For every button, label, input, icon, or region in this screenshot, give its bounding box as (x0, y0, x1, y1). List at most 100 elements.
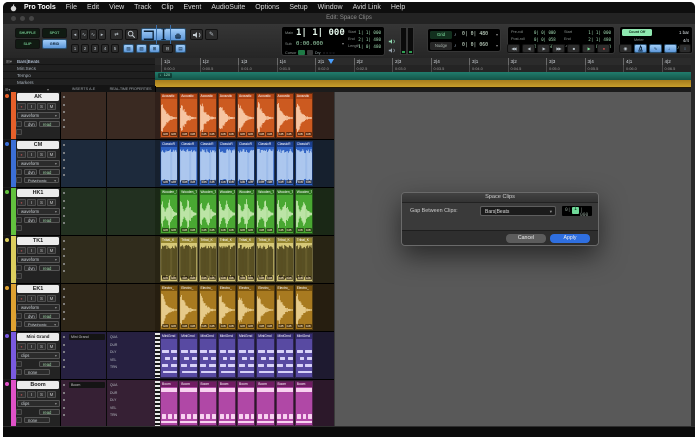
zoom-out-arrow-icon[interactable]: ◂ (71, 29, 79, 40)
audio-clip[interactable]: ClassicR0dB0dB (237, 141, 255, 186)
insert-slot-d[interactable] (63, 263, 65, 265)
insert-slot-e[interactable] (63, 318, 65, 320)
audio-clip[interactable]: ClassicR0dB0dB (179, 141, 197, 186)
insert-slot-e[interactable] (63, 126, 65, 128)
midi-clip[interactable]: Boom (295, 381, 313, 426)
apply-button[interactable]: Apply (550, 234, 590, 243)
record-arm-button[interactable]: ● (17, 343, 26, 350)
audio-clip[interactable]: Electro_0dB0dB (237, 285, 255, 330)
insert-slot-c[interactable] (63, 255, 65, 257)
sel-length-value[interactable]: 1| 0| 480 (358, 44, 381, 49)
audio-clip[interactable]: Wooden_T0dB0dB (256, 189, 274, 234)
rtp-label-dur[interactable]: DUR (110, 343, 117, 347)
tempo-event-marker[interactable]: ♩120 (158, 73, 172, 78)
record-arm-button[interactable]: ● (17, 247, 26, 254)
go-to-start-button-icon[interactable]: ◀◀ (507, 44, 520, 53)
audio-clip[interactable]: Acoustic0dB0dB (256, 93, 274, 138)
insert-slot-d[interactable] (63, 359, 65, 361)
track-name-button[interactable]: HK1 (17, 189, 59, 197)
midi-merge-icon[interactable]: ◉ (619, 44, 632, 53)
record-arm-button[interactable]: ● (17, 103, 26, 110)
sel-start-value[interactable]: 1| 1| 000 (358, 30, 381, 35)
fast-forward-button-icon[interactable]: ▶ (537, 44, 550, 53)
input-monitor-button[interactable]: I (27, 199, 36, 206)
audio-clip[interactable]: Tribal_K0dB0dB (237, 237, 255, 282)
automation-mode-selector[interactable]: read (39, 217, 60, 223)
insert-slot-c[interactable] (63, 303, 65, 305)
zoom-toggle-icon[interactable]: ⇄ (110, 29, 123, 40)
ruler-label-tempo[interactable]: Tempo (3, 72, 155, 79)
ruler-label-min-secs[interactable]: Min:Secs (3, 65, 155, 72)
preroll-value[interactable]: 0| 0| 000 (534, 30, 556, 35)
automation-mode-selector[interactable]: read (39, 169, 60, 175)
insert-slot-a[interactable] (63, 144, 65, 146)
record-arm-button[interactable]: ● (17, 199, 26, 206)
automation-mode-selector[interactable]: read (39, 361, 60, 367)
midi-clip[interactable]: MiniGrnd (256, 333, 274, 378)
vertical-scrollbar[interactable] (691, 58, 695, 428)
grid-value-toggle[interactable]: Grid (430, 31, 452, 39)
solo-button[interactable]: S (37, 391, 46, 398)
solo-button[interactable]: S (37, 343, 46, 350)
insert-slot-a[interactable] (63, 240, 65, 242)
menu-item-clip[interactable]: Clip (156, 4, 178, 11)
menu-item-audiosuite[interactable]: AudioSuite (206, 4, 250, 11)
insert-slot-e[interactable] (63, 270, 65, 272)
gap-value-field[interactable]: 0| 1 | 000 (562, 206, 592, 216)
record-arm-button[interactable]: ● (17, 151, 26, 158)
automation-mode-selector[interactable]: read (39, 409, 60, 415)
audio-clip[interactable]: Electro_0dB0dB (218, 285, 236, 330)
patch-selector[interactable]: none (24, 417, 50, 423)
automation-mode-selector[interactable]: read (39, 265, 60, 271)
spot-mode-button[interactable]: SPOT (42, 28, 67, 38)
insert-slot-d[interactable] (63, 119, 65, 121)
solo-button[interactable]: S (37, 103, 46, 110)
elastic-audio-icon[interactable] (16, 169, 22, 175)
output-speaker-icon[interactable] (388, 41, 396, 59)
insert-slot-d[interactable] (63, 311, 65, 313)
audio-clip[interactable]: Acoustic0dB0dB (179, 93, 197, 138)
insert-slot-b[interactable] (63, 392, 65, 394)
zoom-preset-4[interactable]: 4 (101, 44, 109, 53)
track-name-button[interactable]: Boom (17, 381, 59, 389)
timeline-insertion-icon[interactable] (298, 50, 305, 55)
instrument-insert-name[interactable]: Mini Grand (69, 334, 105, 340)
midi-clip[interactable]: Boom (218, 381, 236, 426)
audio-clip[interactable]: Tribal_K0dB0dB (218, 237, 236, 282)
ruler-label-bars-beats[interactable]: Bars|Beats (3, 58, 155, 65)
elastic-audio-icon[interactable] (16, 217, 22, 223)
input-monitor-button[interactable]: I (27, 103, 36, 110)
elastic-plugin-selector[interactable]: Polyphonic▾ (24, 321, 59, 327)
insert-slot-e[interactable] (63, 174, 65, 176)
midi-clip[interactable]: MiniGrnd (276, 333, 294, 378)
rtp-label-dur[interactable]: DUR (110, 391, 117, 395)
solo-button[interactable]: S (37, 295, 46, 302)
zoom-in-arrow-icon[interactable]: ▸ (98, 29, 106, 40)
playlist-icon[interactable] (16, 321, 22, 327)
audio-clip[interactable]: Acoustic0dB0dB (295, 93, 313, 138)
insert-slot-e[interactable] (63, 366, 65, 368)
audio-clip[interactable]: Tribal_K0dB0dB (256, 237, 274, 282)
insert-slot-c[interactable] (63, 207, 65, 209)
input-monitor-button[interactable]: I (27, 295, 36, 302)
track-view-selector[interactable]: waveform▾ (17, 160, 60, 167)
menu-item-event[interactable]: Event (178, 4, 206, 11)
mirrored-midi-editing-icon[interactable]: ▤ (175, 44, 186, 53)
link-timeline-edit-icon[interactable]: ▨ (136, 44, 147, 53)
meter-value[interactable]: 4/4 (683, 38, 689, 43)
dyn-chip[interactable]: dyn (24, 217, 37, 223)
menu-item-edit[interactable]: Edit (82, 4, 104, 11)
grid-note-icon[interactable]: ♪ (454, 32, 457, 38)
play-button-icon[interactable]: ▶ (582, 44, 595, 53)
zoom-preset-2[interactable]: 2 (81, 44, 89, 53)
automation-mode-selector[interactable]: read (39, 313, 60, 319)
elastic-audio-icon[interactable] (16, 313, 22, 319)
midi-clip[interactable]: MiniGrnd (295, 333, 313, 378)
audio-clip[interactable]: Acoustic0dB0dB (160, 93, 178, 138)
rtp-label-trn[interactable]: TRN (110, 365, 117, 369)
pencil-tool-icon[interactable]: ✎ (205, 29, 218, 40)
slip-mode-button[interactable]: SLIP (15, 39, 40, 49)
playlist-icon[interactable] (16, 369, 22, 375)
audio-clip[interactable]: ClassicR0dB0dB (199, 141, 217, 186)
cancel-button[interactable]: Cancel (506, 234, 546, 243)
